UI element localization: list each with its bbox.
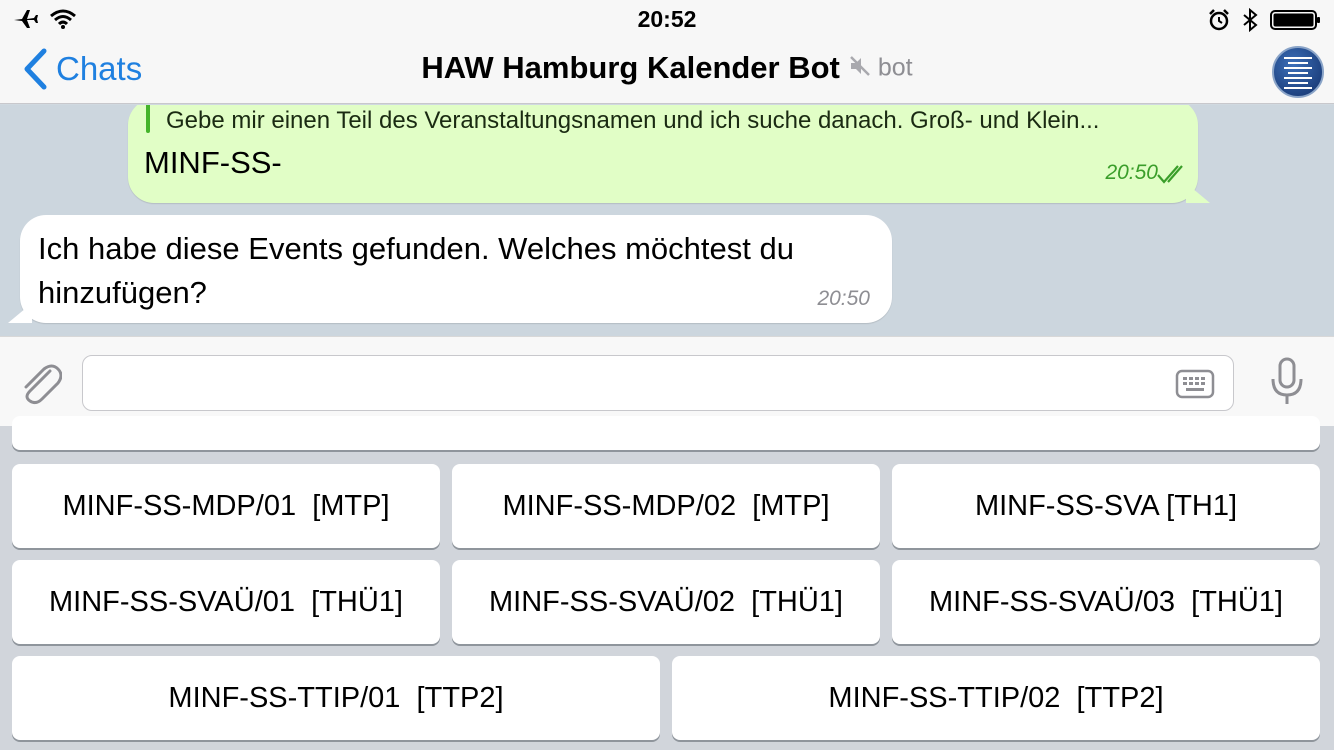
chat-title: HAW Hamburg Kalender Bot [421, 50, 840, 85]
reply-indicator [146, 105, 150, 133]
message-text: MINF-SS- [144, 145, 282, 180]
message-time: 20:50 [817, 287, 870, 310]
status-time: 20:52 [637, 6, 697, 32]
status-bar: 20:52 [0, 0, 1334, 40]
chat-area[interactable]: Gebe mir einen Teil des Veranstaltungsna… [0, 105, 1334, 336]
battery-icon [1270, 10, 1320, 30]
avatar[interactable] [1272, 46, 1324, 98]
paperclip-icon[interactable] [16, 357, 62, 407]
keyboard-button[interactable]: MINF-SS-SVAÜ/02 [THÜ1] [452, 560, 880, 644]
message-text: Ich habe diese Events gefunden. Welches … [38, 231, 794, 310]
alarm-icon [1209, 9, 1229, 31]
keyboard-button[interactable]: MINF-SS-SVAÜ/03 [THÜ1] [892, 560, 1320, 644]
keyboard-button[interactable]: MINF-SS-SVAÜ/01 [THÜ1] [12, 560, 440, 644]
message-input[interactable] [82, 355, 1234, 411]
bubble-tail [8, 303, 32, 323]
keyboard-button[interactable]: MINF-SS-TTIP/02 [TTP2] [672, 656, 1320, 740]
outgoing-message[interactable]: Gebe mir einen Teil des Veranstaltungsna… [128, 105, 1210, 203]
bot-keyboard: MINF-SS-MDP/01 [MTP] MINF-SS-MDP/02 [MTP… [0, 416, 1334, 750]
incoming-message[interactable]: Ich habe diese Events gefunden. Welches … [8, 215, 892, 323]
keyboard-button-partial[interactable] [12, 416, 1320, 450]
chat-subtitle: bot [877, 53, 913, 82]
keyboard-button[interactable]: MINF-SS-TTIP/01 [TTP2] [12, 656, 660, 740]
nav-bar: Chats HAW Hamburg Kalender Bot bot [0, 40, 1334, 104]
mute-icon [848, 55, 872, 82]
keyboard-button[interactable]: MINF-SS-MDP/02 [MTP] [452, 464, 880, 548]
status-right [1208, 8, 1322, 32]
bubble-tail [1186, 183, 1210, 203]
keyboard-button[interactable]: MINF-SS-SVA [TH1] [892, 464, 1320, 548]
keyboard-icon[interactable] [1175, 368, 1215, 400]
read-checkmarks-icon [1157, 165, 1183, 184]
bluetooth-icon [1243, 8, 1258, 32]
chat-title-area[interactable]: HAW Hamburg Kalender Bot bot [0, 50, 1334, 86]
input-bar [0, 336, 1334, 426]
message-time: 20:50 [1105, 161, 1158, 184]
reply-preview: Gebe mir einen Teil des Veranstaltungsna… [166, 107, 1100, 134]
keyboard-button[interactable]: MINF-SS-MDP/01 [MTP] [12, 464, 440, 548]
microphone-icon[interactable] [1270, 357, 1304, 407]
